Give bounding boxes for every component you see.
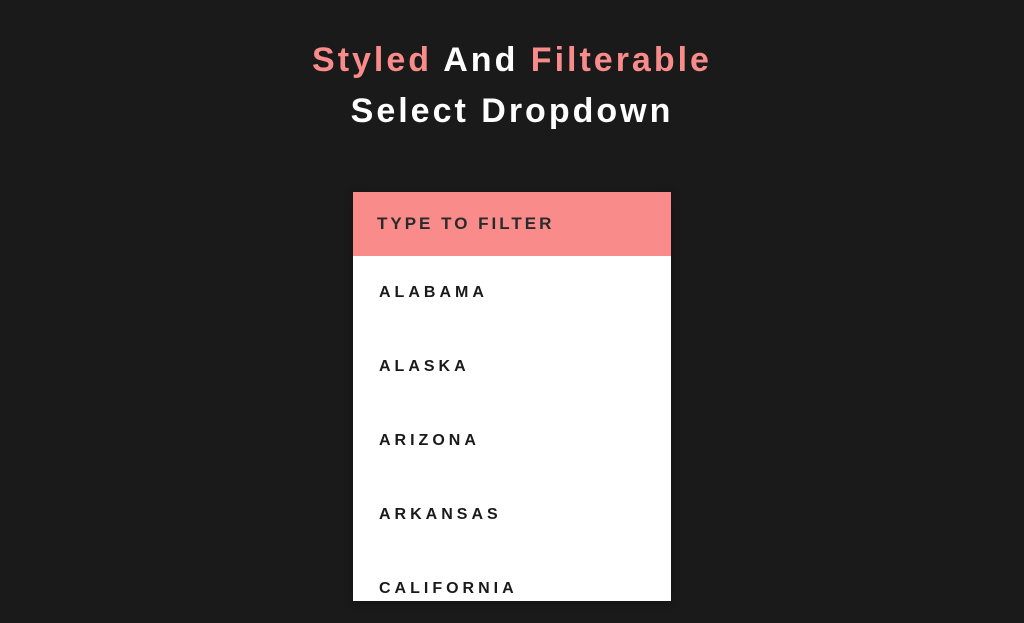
option-item[interactable]: ALASKA: [353, 330, 671, 404]
option-item[interactable]: ARKANSAS: [353, 478, 671, 552]
heading-line2: Select Dropdown: [351, 92, 674, 130]
heading-word-filterable: Filterable: [531, 41, 712, 79]
filter-input[interactable]: [353, 192, 671, 256]
option-item[interactable]: CALIFORNIA: [353, 552, 671, 601]
option-item[interactable]: ALABAMA: [353, 256, 671, 330]
option-item[interactable]: ARIZONA: [353, 404, 671, 478]
dropdown-container: ALABAMA ALASKA ARIZONA ARKANSAS CALIFORN…: [353, 192, 671, 601]
options-list[interactable]: ALABAMA ALASKA ARIZONA ARKANSAS CALIFORN…: [353, 256, 671, 601]
page-heading: Styled And Filterable Select Dropdown: [0, 0, 1024, 137]
heading-word-and: And: [443, 41, 518, 79]
heading-word-styled: Styled: [312, 41, 432, 79]
